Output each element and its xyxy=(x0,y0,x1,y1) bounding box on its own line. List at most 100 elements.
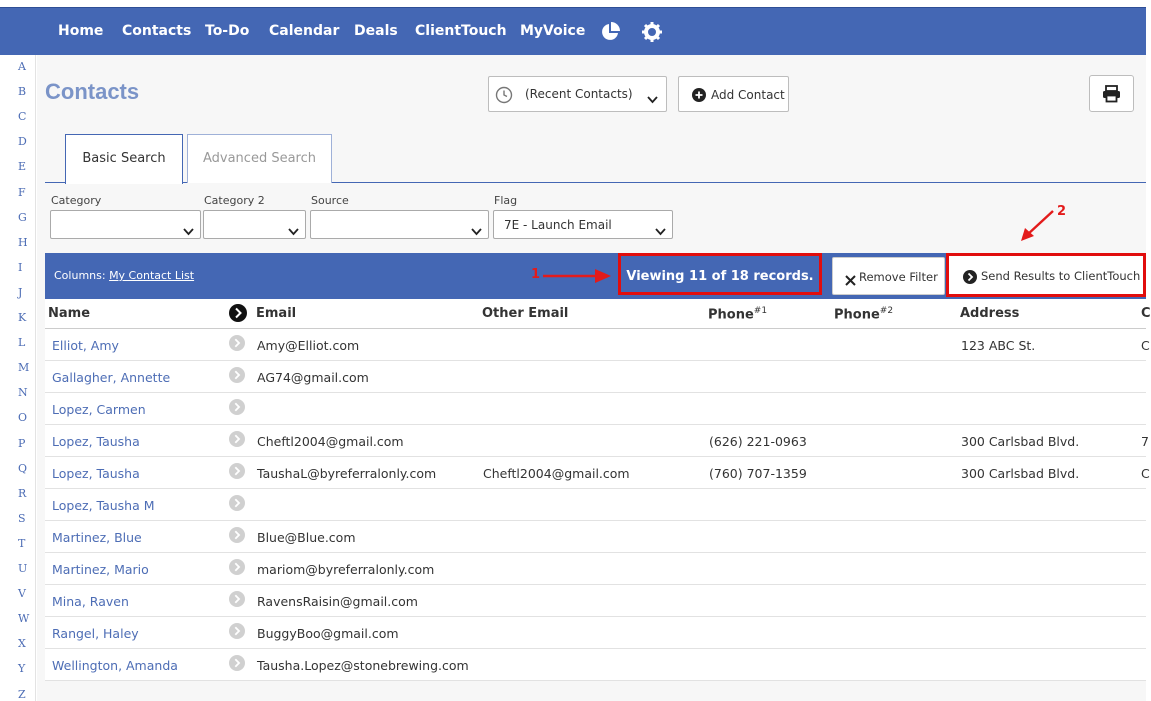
table-row: Martinez, Mario mariom@byreferralonly.com xyxy=(45,553,1146,585)
row-expand-icon[interactable] xyxy=(229,591,245,610)
alpha-letter-q[interactable]: Q xyxy=(18,462,27,475)
tab-basic-search[interactable]: Basic Search xyxy=(65,134,183,184)
alpha-letter-v[interactable]: V xyxy=(18,587,26,600)
alpha-letter-r[interactable]: R xyxy=(18,487,26,500)
alpha-letter-y[interactable]: Y xyxy=(18,662,25,675)
row-expand-icon[interactable] xyxy=(229,335,245,354)
alpha-letter-c[interactable]: C xyxy=(18,110,26,123)
plus-circle-icon xyxy=(692,88,706,105)
contact-name-link[interactable]: Mina, Raven xyxy=(52,594,129,609)
clock-icon xyxy=(495,86,513,108)
gear-icon[interactable] xyxy=(642,22,662,46)
table-row: Lopez, Tausha M xyxy=(45,489,1146,521)
nav-home[interactable]: Home xyxy=(58,23,103,39)
alpha-letter-x[interactable]: X xyxy=(18,637,26,650)
header-address[interactable]: Address xyxy=(960,306,1019,321)
alpha-letter-b[interactable]: B xyxy=(18,85,26,98)
alpha-letter-f[interactable]: F xyxy=(18,186,26,199)
alpha-letter-l[interactable]: L xyxy=(18,336,25,349)
email-cell: Amy@Elliot.com xyxy=(257,338,360,353)
alpha-letter-d[interactable]: D xyxy=(18,135,27,148)
chevron-right-circle-icon xyxy=(963,269,977,288)
recent-contacts-select[interactable]: (Recent Contacts) xyxy=(488,76,667,112)
header-other-email[interactable]: Other Email xyxy=(482,306,568,321)
row-expand-icon[interactable] xyxy=(229,655,245,674)
alpha-letter-m[interactable]: M xyxy=(18,361,29,374)
header-phone2[interactable]: Phone#2 xyxy=(834,306,893,322)
recent-contacts-value: (Recent Contacts) xyxy=(525,87,633,101)
tab-advanced-search[interactable]: Advanced Search xyxy=(187,134,332,183)
annotation-arrow-1 xyxy=(543,269,611,283)
alpha-letter-u[interactable]: U xyxy=(18,562,27,575)
contact-name-link[interactable]: Martinez, Blue xyxy=(52,530,142,545)
alpha-letter-i[interactable]: I xyxy=(18,261,22,274)
alpha-letter-z[interactable]: Z xyxy=(18,688,26,701)
contact-name-link[interactable]: Elliot, Amy xyxy=(52,338,119,353)
print-button[interactable] xyxy=(1089,75,1134,112)
top-nav: Home Contacts To-Do Calendar Deals Clien… xyxy=(0,7,1146,55)
annotation-number-1: 1 xyxy=(531,267,541,282)
address-cell: 123 ABC St. xyxy=(961,338,1036,353)
row-expand-icon[interactable] xyxy=(229,463,245,482)
header-name[interactable]: Name xyxy=(48,306,90,321)
header-cut[interactable]: C xyxy=(1141,306,1151,321)
alpha-letter-g[interactable]: G xyxy=(18,211,27,224)
row-expand-icon[interactable] xyxy=(229,623,245,642)
annotation-number-2: 2 xyxy=(1057,204,1067,219)
contact-name-link[interactable]: Lopez, Tausha xyxy=(52,434,140,449)
contact-name-link[interactable]: Lopez, Tausha xyxy=(52,466,140,481)
chevron-down-icon xyxy=(647,89,658,108)
nav-calendar[interactable]: Calendar xyxy=(269,23,339,39)
row-expand-icon[interactable] xyxy=(229,431,245,450)
my-contact-list-link[interactable]: My Contact List xyxy=(109,269,194,282)
contact-name-link[interactable]: Rangel, Haley xyxy=(52,626,139,641)
chevron-down-icon xyxy=(655,221,666,240)
phone1-cell: (626) 221-0963 xyxy=(709,434,807,449)
printer-icon xyxy=(1102,85,1121,106)
alpha-letter-k[interactable]: K xyxy=(18,311,26,324)
flag-label: Flag xyxy=(494,194,518,207)
alpha-letter-t[interactable]: T xyxy=(18,537,25,550)
contact-name-link[interactable]: Lopez, Tausha M xyxy=(52,498,155,513)
expand-all-icon[interactable] xyxy=(229,304,247,326)
row-expand-icon[interactable] xyxy=(229,399,245,418)
email-cell: RavensRaisin@gmail.com xyxy=(257,594,418,609)
alpha-letter-n[interactable]: N xyxy=(18,386,28,399)
category-select[interactable] xyxy=(50,210,201,239)
alpha-letter-p[interactable]: P xyxy=(18,437,25,450)
alpha-letter-w[interactable]: W xyxy=(18,612,29,625)
email-cell: Tausha.Lopez@stonebrewing.com xyxy=(257,658,469,673)
nav-deals[interactable]: Deals xyxy=(354,23,398,39)
nav-clienttouch[interactable]: ClientTouch xyxy=(415,23,507,39)
alpha-letter-j[interactable]: J xyxy=(18,286,22,299)
alpha-letter-s[interactable]: S xyxy=(18,512,26,525)
table-row: Wellington, Amanda Tausha.Lopez@stonebrew… xyxy=(45,649,1146,681)
email-cell: TaushaL@byreferralonly.com xyxy=(257,466,437,481)
add-contact-button[interactable]: Add Contact xyxy=(678,76,789,112)
nav-myvoice[interactable]: MyVoice xyxy=(520,23,585,39)
alpha-letter-h[interactable]: H xyxy=(18,236,28,249)
alpha-letter-o[interactable]: O xyxy=(18,411,27,424)
pie-chart-icon[interactable] xyxy=(600,22,620,46)
row-expand-icon[interactable] xyxy=(229,495,245,514)
source-select[interactable] xyxy=(310,210,489,239)
category2-select[interactable] xyxy=(203,210,306,239)
address-cell: 300 Carlsbad Blvd. xyxy=(961,434,1080,449)
remove-filter-button[interactable]: Remove Filter xyxy=(832,257,945,295)
contact-name-link[interactable]: Gallagher, Annette xyxy=(52,370,170,385)
alpha-letter-e[interactable]: E xyxy=(18,160,26,173)
flag-select[interactable]: 7E - Launch Email xyxy=(493,210,673,239)
row-expand-icon[interactable] xyxy=(229,527,245,546)
header-phone1[interactable]: Phone#1 xyxy=(708,306,767,322)
contact-name-link[interactable]: Martinez, Mario xyxy=(52,562,149,577)
row-expand-icon[interactable] xyxy=(229,559,245,578)
send-results-to-clienttouch-button[interactable]: Send Results to ClientTouch xyxy=(946,253,1146,297)
nav-todo[interactable]: To-Do xyxy=(205,23,249,39)
row-expand-icon[interactable] xyxy=(229,367,245,386)
alpha-letter-a[interactable]: A xyxy=(18,60,26,73)
contact-name-link[interactable]: Wellington, Amanda xyxy=(52,658,178,673)
header-email[interactable]: Email xyxy=(256,306,296,321)
chevron-down-icon xyxy=(288,221,299,240)
contact-name-link[interactable]: Lopez, Carmen xyxy=(52,402,146,417)
nav-contacts[interactable]: Contacts xyxy=(122,23,191,39)
